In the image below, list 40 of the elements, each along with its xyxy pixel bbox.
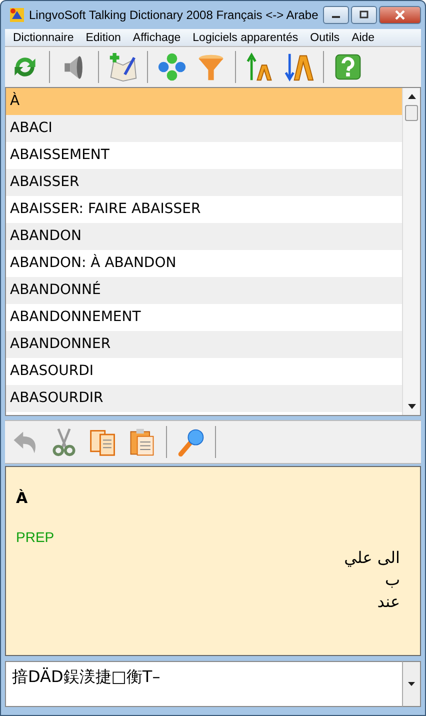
- translation: عند: [377, 591, 400, 613]
- menu-item[interactable]: Logiciels apparentés: [186, 32, 304, 44]
- close-icon: [394, 10, 406, 20]
- menu-item[interactable]: Edition: [80, 32, 127, 44]
- menu-item[interactable]: Outils: [304, 32, 346, 44]
- search-icon[interactable]: [176, 427, 206, 457]
- menu-item[interactable]: Dictionnaire: [7, 32, 80, 44]
- menu-item[interactable]: Aide: [346, 32, 381, 44]
- close-button[interactable]: [379, 6, 421, 24]
- scrollbar[interactable]: [402, 88, 420, 415]
- maximize-icon: [358, 10, 370, 20]
- sort-ascending-icon[interactable]: [245, 52, 275, 82]
- filter-icon[interactable]: [196, 52, 226, 82]
- window-title: LingvoSoft Talking Dictionary 2008 Français <-> Arabe: [29, 8, 319, 22]
- maximize-button[interactable]: [351, 6, 377, 24]
- translation: الى علي: [344, 547, 400, 569]
- copy-icon[interactable]: [88, 427, 118, 457]
- app-icon: [9, 7, 25, 23]
- scroll-down-icon[interactable]: [408, 404, 416, 409]
- scrollbar-thumb[interactable]: [405, 105, 418, 121]
- dropdown-arrow-icon: [408, 682, 415, 686]
- word-list-item[interactable]: ABANDONNER: [6, 331, 402, 358]
- translation: ب: [384, 569, 400, 591]
- word-list-item[interactable]: ABANDONNÉ: [6, 277, 402, 304]
- word-list-item[interactable]: ABANDON: [6, 223, 402, 250]
- add-book-icon[interactable]: [108, 52, 138, 82]
- help-icon[interactable]: [333, 52, 363, 82]
- scroll-up-icon[interactable]: [408, 94, 416, 99]
- headword: À: [16, 489, 28, 507]
- word-list-item[interactable]: À: [6, 88, 402, 115]
- diamond-dots-icon[interactable]: [157, 52, 187, 82]
- sort-descending-icon[interactable]: [284, 52, 314, 82]
- minimize-button[interactable]: [323, 6, 349, 24]
- word-list-item[interactable]: ABAISSER: [6, 169, 402, 196]
- part-of-speech: PREP: [16, 529, 54, 545]
- menu-item[interactable]: Affichage: [126, 32, 187, 44]
- dropdown-button[interactable]: [402, 661, 421, 707]
- word-list-item[interactable]: ABASOURDIR: [6, 385, 402, 412]
- input-field[interactable]: 揞DÄD鋘湵捷□衡T–: [5, 661, 402, 707]
- word-list-item[interactable]: ABACI: [6, 115, 402, 142]
